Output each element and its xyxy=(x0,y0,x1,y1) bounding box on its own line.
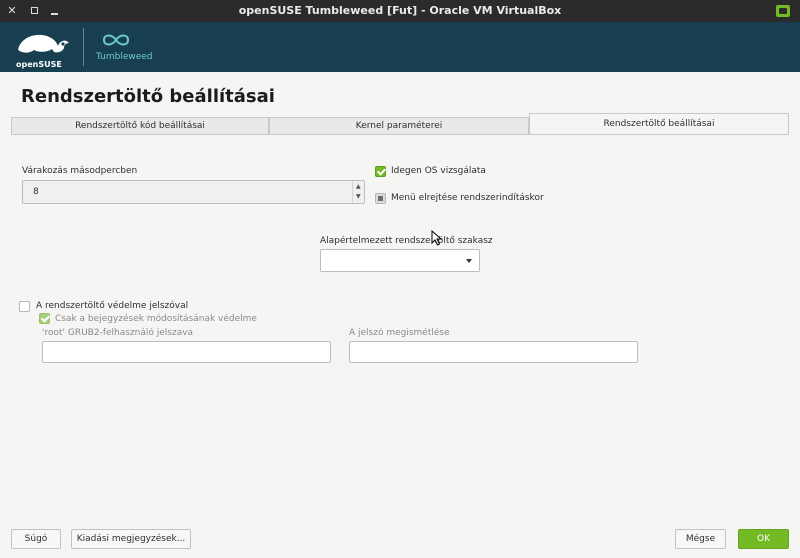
tab-bootloader-options[interactable]: Rendszertöltő beállításai xyxy=(529,113,789,135)
banner-divider xyxy=(83,28,84,66)
hide-menu-label[interactable]: Menü elrejtése rendszerindításkor xyxy=(391,193,544,203)
opensuse-logo-text: openSUSE xyxy=(16,60,62,69)
restrict-edit-checkbox[interactable] xyxy=(39,313,50,324)
help-button[interactable]: Súgó xyxy=(11,529,61,549)
release-notes-button[interactable]: Kiadási megjegyzések... xyxy=(71,529,191,549)
virtualbox-icon xyxy=(776,5,790,17)
timeout-spinbox[interactable]: 8 ▲ ▼ xyxy=(22,180,365,204)
hide-menu-checkbox[interactable] xyxy=(375,193,386,204)
timeout-value[interactable]: 8 xyxy=(33,187,39,197)
root-password-field[interactable] xyxy=(42,341,331,363)
tumbleweed-logo: Tumbleweed xyxy=(96,30,158,64)
tab-bar: Rendszertöltő kód beállításai Kernel par… xyxy=(11,113,789,135)
page-title: Rendszertöltő beállításai xyxy=(21,86,275,107)
spin-up-icon[interactable]: ▲ xyxy=(356,183,361,190)
timeout-label: Várakozás másodpercben xyxy=(22,166,138,176)
tab-bootloader-code[interactable]: Rendszertöltő kód beállításai xyxy=(11,117,269,135)
cancel-button[interactable]: Mégse xyxy=(675,529,726,549)
chameleon-icon xyxy=(18,34,69,53)
default-section-label: Alapértelmezett rendszertöltő szakasz xyxy=(320,236,493,246)
window-title: openSUSE Tumbleweed [Fut] - Oracle VM Vi… xyxy=(238,4,562,17)
repeat-password-label: A jelszó megismétlése xyxy=(349,328,450,338)
probe-os-label[interactable]: Idegen OS vizsgálata xyxy=(391,166,486,176)
protect-password-label[interactable]: A rendszertöltő védelme jelszóval xyxy=(36,301,188,311)
probe-os-checkbox[interactable] xyxy=(375,166,386,177)
infinity-icon xyxy=(102,34,130,46)
default-section-combo[interactable] xyxy=(320,249,480,272)
spin-down-icon[interactable]: ▼ xyxy=(356,193,361,200)
virtualbox-window: ✕ openSUSE Tumbleweed [Fut] - Oracle VM … xyxy=(0,0,800,558)
tumbleweed-text: Tumbleweed xyxy=(96,52,153,62)
window-titlebar: ✕ openSUSE Tumbleweed [Fut] - Oracle VM … xyxy=(0,0,800,22)
installer-banner: openSUSE Tumbleweed xyxy=(0,22,800,72)
tab-divider xyxy=(11,134,789,135)
spin-arrows[interactable]: ▲ ▼ xyxy=(352,181,364,203)
opensuse-logo: openSUSE xyxy=(14,28,72,69)
protect-password-checkbox[interactable] xyxy=(19,301,30,312)
mouse-pointer-icon xyxy=(431,230,443,246)
chevron-down-icon[interactable] xyxy=(466,259,472,263)
repeat-password-field[interactable] xyxy=(349,341,638,363)
tab-kernel-parameters[interactable]: Kernel paraméterei xyxy=(269,117,529,135)
restrict-edit-label[interactable]: Csak a bejegyzések módosításának védelme xyxy=(55,314,257,324)
ok-button[interactable]: OK xyxy=(738,529,789,549)
root-password-label: 'root' GRUB2-felhasználó jelszava xyxy=(42,328,194,338)
